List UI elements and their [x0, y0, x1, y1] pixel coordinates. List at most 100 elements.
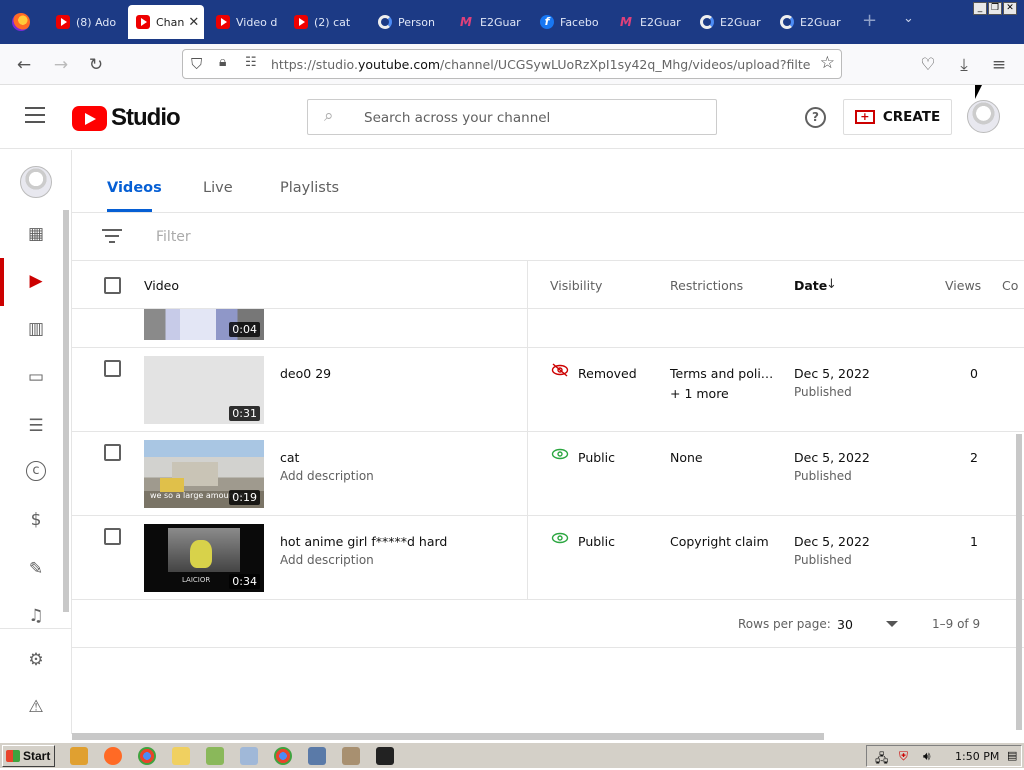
- rows-per-page-select[interactable]: 30: [837, 617, 853, 632]
- quick-launch-icon[interactable]: [70, 747, 88, 765]
- comments-icon[interactable]: ▭: [24, 365, 48, 389]
- help-icon[interactable]: ?: [805, 107, 826, 128]
- row-checkbox[interactable]: [104, 528, 121, 545]
- url-text[interactable]: https://studio.youtube.com/channel/UCGSy…: [271, 57, 811, 72]
- tab-playlists[interactable]: Playlists: [280, 180, 339, 196]
- security-tray-icon[interactable]: ⛨: [899, 749, 908, 764]
- lock-icon[interactable]: 🔒︎: [219, 54, 226, 70]
- column-header-visibility[interactable]: Visibility: [550, 278, 602, 293]
- network-tray-icon[interactable]: 🖧︎: [875, 749, 888, 770]
- volume-icon[interactable]: 🔊︎: [923, 749, 931, 764]
- users-icon[interactable]: [342, 747, 360, 765]
- analytics-icon[interactable]: ▥: [24, 317, 48, 341]
- select-all-checkbox[interactable]: [104, 277, 121, 294]
- shield-icon[interactable]: ⛉: [191, 55, 202, 73]
- column-header-views[interactable]: Views: [945, 278, 981, 293]
- restore-window-icon[interactable]: ❐: [988, 2, 1002, 15]
- browser-tab[interactable]: Person: [372, 5, 452, 39]
- minimize-window-icon[interactable]: _: [973, 2, 987, 15]
- menu-icon[interactable]: [25, 107, 45, 123]
- downloads-icon[interactable]: ⤓: [953, 54, 975, 76]
- browser-tab[interactable]: M E2Guar: [614, 5, 692, 39]
- video-date: Dec 5, 2022: [794, 450, 870, 465]
- publish-status: Published: [794, 385, 852, 399]
- sidebar-scrollbar[interactable]: [63, 210, 69, 612]
- subtitles-icon[interactable]: ☰: [24, 414, 48, 438]
- visibility-status[interactable]: Removed: [578, 366, 637, 381]
- url-bar[interactable]: ⛉ 🔒︎ ☷ https://studio.youtube.com/channe…: [182, 49, 842, 79]
- firefox-menu-icon[interactable]: [12, 13, 30, 31]
- close-tab-icon[interactable]: ✕: [188, 15, 199, 30]
- row-checkbox[interactable]: [104, 444, 121, 461]
- command-prompt-icon[interactable]: [376, 747, 394, 765]
- permissions-icon[interactable]: ☷: [245, 55, 257, 70]
- column-header-comments[interactable]: Co: [1002, 278, 1018, 293]
- tab-videos[interactable]: Videos: [107, 180, 162, 196]
- video-title[interactable]: hot anime girl f*****d hard: [280, 534, 447, 549]
- video-description[interactable]: Add description: [280, 553, 374, 567]
- start-button[interactable]: Start: [2, 745, 55, 767]
- pocket-icon[interactable]: ♡: [917, 54, 939, 76]
- calculator-icon[interactable]: [240, 747, 258, 765]
- browser-tab[interactable]: M E2Guar: [454, 5, 532, 39]
- youtube-studio-logo[interactable]: Studio: [72, 104, 181, 132]
- monetization-icon[interactable]: $: [24, 508, 48, 532]
- video-description[interactable]: Add description: [280, 469, 374, 483]
- browser-tab[interactable]: E2Guar: [774, 5, 852, 39]
- account-avatar[interactable]: [967, 100, 1000, 133]
- create-button[interactable]: + CREATE: [843, 99, 952, 135]
- row-checkbox[interactable]: [104, 360, 121, 377]
- reload-icon[interactable]: ↻: [85, 54, 107, 76]
- close-window-icon[interactable]: ✕: [1003, 2, 1017, 15]
- folder-icon[interactable]: [172, 747, 190, 765]
- settings-gear-icon[interactable]: ⚙: [24, 648, 48, 672]
- browser-tab-active[interactable]: Chan ✕: [128, 5, 204, 39]
- copyright-icon[interactable]: c: [26, 461, 46, 481]
- video-thumbnail[interactable]: 0:31: [144, 356, 264, 424]
- restriction-text[interactable]: Terms and poli…: [670, 366, 773, 381]
- hamburger-menu-icon[interactable]: ≡: [988, 54, 1010, 76]
- browser-tab[interactable]: (8) Ado: [50, 5, 125, 39]
- chrome-icon[interactable]: [274, 747, 292, 765]
- video-thumbnail[interactable]: LAICIOR 0:34: [144, 524, 264, 592]
- restriction-text[interactable]: Copyright claim: [670, 534, 769, 549]
- main-vertical-scrollbar[interactable]: [1016, 434, 1022, 730]
- filter-icon[interactable]: [102, 229, 122, 243]
- chrome-icon[interactable]: [138, 747, 156, 765]
- dashboard-icon[interactable]: ▦: [24, 222, 48, 246]
- feedback-icon[interactable]: ⚠: [24, 695, 48, 719]
- audio-library-icon[interactable]: ♫: [24, 604, 48, 628]
- firefox-icon[interactable]: [104, 747, 122, 765]
- restriction-more[interactable]: + 1 more: [670, 386, 729, 401]
- content-icon[interactable]: ▶: [24, 269, 48, 293]
- back-arrow-icon[interactable]: ←: [13, 54, 35, 76]
- browser-tab[interactable]: E2Guar: [694, 5, 772, 39]
- network-icon[interactable]: [308, 747, 326, 765]
- video-thumbnail[interactable]: we so a large amount o 0:19: [144, 440, 264, 508]
- sort-down-arrow-icon[interactable]: ↓: [826, 277, 837, 292]
- channel-avatar[interactable]: [20, 166, 52, 198]
- tab-list-chevron-icon[interactable]: ⌄: [903, 11, 914, 26]
- notification-icon[interactable]: ▤: [1007, 749, 1017, 762]
- video-thumbnail[interactable]: 0:04: [144, 309, 264, 340]
- forward-arrow-icon[interactable]: →: [50, 54, 72, 76]
- browser-tab[interactable]: f Facebo: [534, 5, 612, 39]
- new-tab-icon[interactable]: +: [862, 10, 877, 31]
- app-icon[interactable]: [206, 747, 224, 765]
- clock[interactable]: 1:50 PM: [955, 750, 999, 763]
- browser-tab[interactable]: Video d: [210, 5, 280, 39]
- customization-wand-icon[interactable]: ✎: [24, 557, 48, 581]
- video-title[interactable]: cat: [280, 450, 299, 465]
- filter-input[interactable]: Filter: [156, 229, 191, 245]
- bookmark-star-icon[interactable]: ☆: [820, 53, 835, 73]
- video-title[interactable]: deo0 29: [280, 366, 331, 381]
- dropdown-arrow-icon[interactable]: [886, 621, 898, 627]
- column-header-date[interactable]: Date: [794, 278, 827, 293]
- search-input[interactable]: ⌕ Search across your channel: [307, 99, 717, 135]
- visibility-status[interactable]: Public: [578, 534, 615, 549]
- tab-live[interactable]: Live: [203, 180, 233, 196]
- horizontal-scrollbar[interactable]: [72, 733, 824, 740]
- visibility-status[interactable]: Public: [578, 450, 615, 465]
- column-header-restrictions[interactable]: Restrictions: [670, 278, 743, 293]
- browser-tab[interactable]: (2) cat: [288, 5, 368, 39]
